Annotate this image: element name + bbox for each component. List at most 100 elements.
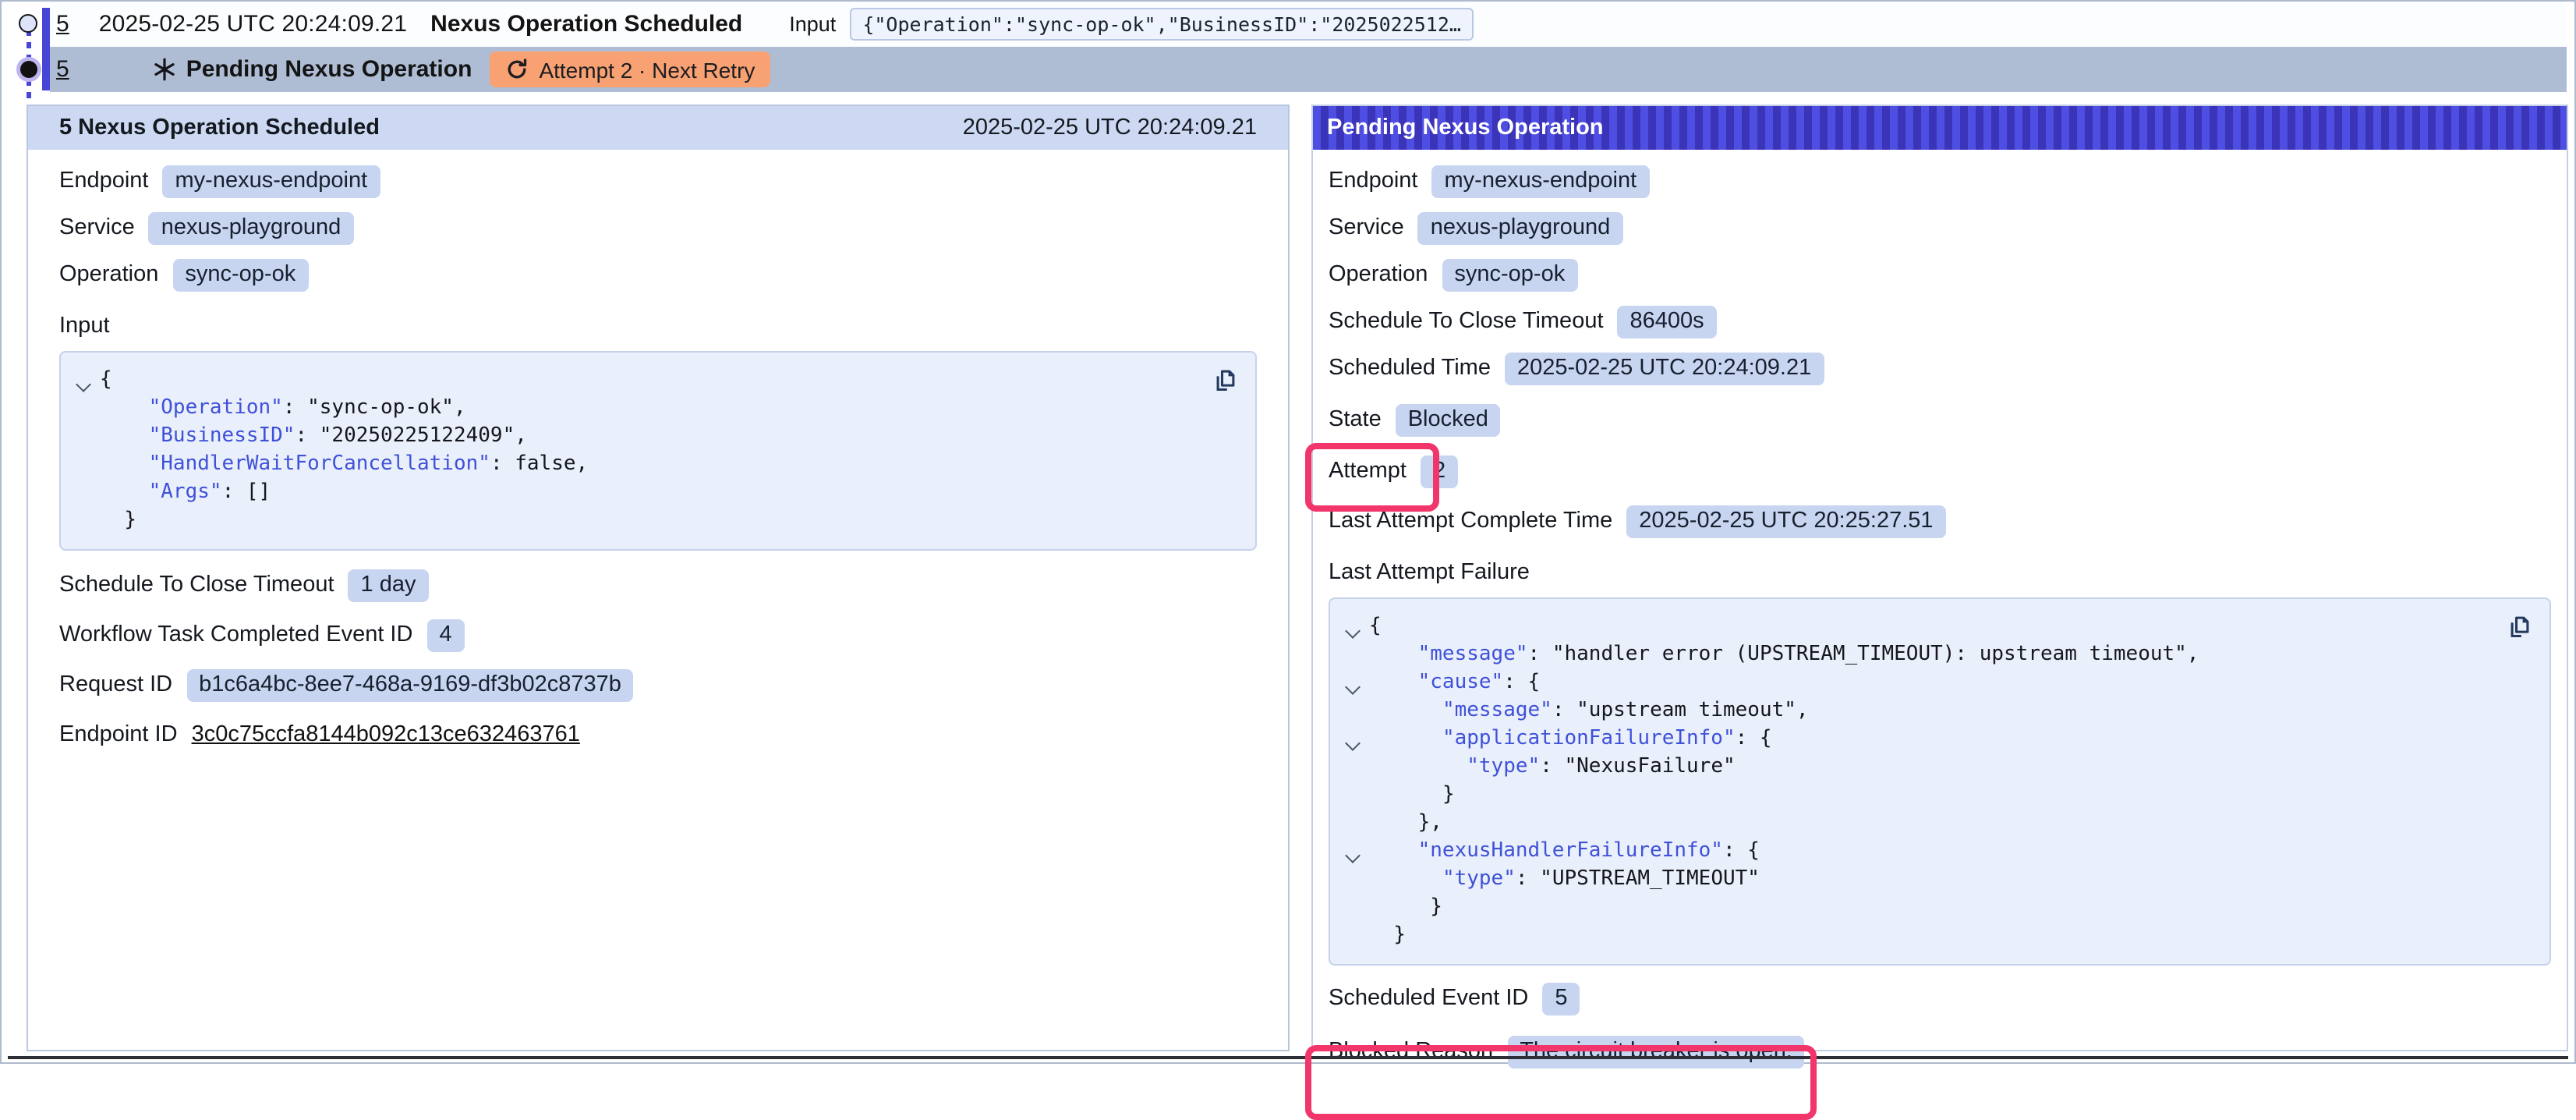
retry-icon: [504, 58, 528, 81]
field-row-scheduled-event-id: Scheduled Event ID 5: [1329, 981, 2551, 1015]
json-text: : "NexusFailure": [1540, 755, 1735, 778]
json-key: "Operation": [149, 396, 283, 420]
json-text: : "UPSTREAM_TIMEOUT": [1516, 867, 1760, 891]
field-label: Workflow Task Completed Event ID: [59, 622, 412, 647]
json-text: {: [1369, 615, 1382, 638]
field-value-chip: sync-op-ok: [172, 258, 308, 291]
copy-icon[interactable]: [2506, 611, 2534, 640]
json-text: {: [100, 368, 112, 392]
field-label: Blocked Reason: [1329, 1039, 1493, 1064]
pending-operation-detail-panel: Pending Nexus Operation Endpoint my-nexu…: [1311, 105, 2568, 1051]
collapse-chevron-icon[interactable]: [1345, 679, 1361, 695]
event-timestamp: 2025-02-25 UTC 20:24:09.21: [99, 11, 407, 37]
selected-event-indicator-bar: [42, 8, 50, 90]
field-label: Scheduled Time: [1329, 356, 1491, 381]
json-text: : false,: [490, 452, 588, 476]
json-key: "applicationFailureInfo": [1442, 727, 1736, 750]
event-row-nexus-operation-scheduled[interactable]: 5 2025-02-25 UTC 20:24:09.21 Nexus Opera…: [50, 2, 2567, 47]
json-text: : {: [1723, 839, 1760, 863]
timeline-open-circle-marker: [19, 14, 37, 33]
field-row-service: Service nexus-playground: [59, 211, 1257, 245]
json-text: : []: [222, 480, 271, 504]
input-json-viewer: { "Operation": "sync-op-ok", "BusinessID…: [59, 351, 1257, 551]
field-row-endpoint: Endpoint my-nexus-endpoint: [59, 164, 1257, 198]
json-text: }: [1442, 783, 1455, 806]
field-row-scheduled-time: Scheduled Time 2025-02-25 UTC 20:24:09.2…: [1329, 351, 2551, 385]
event-detail-panel-scheduled: 5 Nexus Operation Scheduled 2025-02-25 U…: [27, 105, 1290, 1051]
field-label: Endpoint: [1329, 168, 1418, 193]
collapse-chevron-icon[interactable]: [1345, 623, 1361, 639]
copy-icon[interactable]: [1212, 365, 1240, 393]
field-label: Last Attempt Complete Time: [1329, 509, 1612, 533]
json-key: "BusinessID": [149, 424, 295, 448]
field-label: Scheduled Event ID: [1329, 986, 1528, 1011]
state-value-chip: Blocked: [1396, 403, 1501, 436]
json-text: : {: [1736, 727, 1772, 750]
field-label: Operation: [59, 262, 158, 287]
json-key: "Args": [149, 480, 222, 504]
event-input-preview-chip: {"Operation":"sync-op-ok","BusinessID":"…: [850, 8, 1474, 41]
field-row-attempt: Attempt 2: [1329, 454, 2551, 488]
json-text: }: [1393, 923, 1406, 947]
right-panel-header: Pending Nexus Operation: [1313, 106, 2567, 150]
timeline-current-dot-marker: [20, 61, 37, 78]
field-row-state: State Blocked: [1329, 402, 2551, 437]
field-label: Service: [1329, 215, 1404, 240]
field-row-schedule-to-close-timeout: Schedule To Close Timeout 86400s: [1329, 304, 2551, 338]
json-key: "type": [1467, 755, 1540, 778]
field-label: Operation: [1329, 262, 1428, 287]
field-label: Endpoint: [59, 168, 149, 193]
field-label: Schedule To Close Timeout: [59, 572, 334, 597]
field-value-chip: 2025-02-25 UTC 20:24:09.21: [1505, 352, 1824, 385]
json-text: : "handler error (UPSTREAM_TIMEOUT): ups…: [1528, 643, 2199, 666]
field-row-operation: Operation sync-op-ok: [1329, 257, 2551, 292]
event-id-link[interactable]: 5: [56, 11, 69, 37]
json-text: : "20250225122409",: [295, 424, 526, 448]
endpoint-id-link[interactable]: 3c0c75ccfa8144b092c13ce632463761: [192, 722, 580, 747]
section-bottom-divider: [8, 1056, 2568, 1059]
blocked-reason-value-chip: The circuit breaker is open.: [1507, 1035, 1805, 1068]
collapse-chevron-icon[interactable]: [76, 377, 91, 392]
field-row-service: Service nexus-playground: [1329, 211, 2551, 245]
pending-operation-row[interactable]: 5 Pending Nexus Operation Attempt 2 · Ne…: [50, 47, 2567, 92]
collapse-chevron-icon[interactable]: [1345, 735, 1361, 751]
event-history-view: 5 2025-02-25 UTC 20:24:09.21 Nexus Opera…: [0, 0, 2576, 1064]
json-key: "cause": [1418, 671, 1504, 694]
failure-json-viewer: { "message": "handler error (UPSTREAM_TI…: [1329, 597, 2551, 966]
field-row-operation: Operation sync-op-ok: [59, 257, 1257, 292]
field-row-request-id: Request ID b1c6a4bc-8ee7-468a-9169-df3b0…: [59, 668, 1257, 702]
pending-event-id-link[interactable]: 5: [56, 56, 69, 83]
field-row-last-attempt-complete-time: Last Attempt Complete Time 2025-02-25 UT…: [1329, 504, 2551, 538]
collapse-chevron-icon[interactable]: [1345, 848, 1361, 863]
left-panel-header: 5 Nexus Operation Scheduled 2025-02-25 U…: [28, 106, 1288, 150]
field-value-chip: 1 day: [349, 569, 429, 601]
event-input-label: Input: [789, 12, 836, 36]
left-panel-timestamp: 2025-02-25 UTC 20:24:09.21: [963, 115, 1257, 140]
event-title: Nexus Operation Scheduled: [430, 11, 742, 37]
json-text: : {: [1503, 671, 1540, 694]
field-label: Attempt: [1329, 459, 1407, 484]
field-label: Schedule To Close Timeout: [1329, 309, 1604, 334]
field-value-chip: nexus-playground: [1418, 211, 1623, 244]
field-value-chip: sync-op-ok: [1442, 258, 1577, 291]
right-panel-title: Pending Nexus Operation: [1327, 115, 1604, 140]
json-text: }: [1430, 895, 1442, 919]
field-value-chip: b1c6a4bc-8ee7-468a-9169-df3b02c8737b: [186, 668, 634, 701]
attempt-retry-badge-label: Attempt 2 · Next Retry: [539, 57, 755, 82]
field-row-endpoint: Endpoint my-nexus-endpoint: [1329, 164, 2551, 198]
json-key: "message": [1442, 699, 1552, 722]
json-key: "nexusHandlerFailureInfo": [1418, 839, 1723, 863]
field-row-blocked-reason: Blocked Reason The circuit breaker is op…: [1329, 1034, 2551, 1069]
field-label: Service: [59, 215, 135, 240]
field-value-chip: 5: [1542, 982, 1580, 1015]
json-text: : "sync-op-ok",: [283, 396, 466, 420]
field-row-endpoint-id: Endpoint ID 3c0c75ccfa8144b092c13ce63246…: [59, 718, 1257, 752]
input-section-label: Input: [59, 310, 1257, 342]
field-value-chip: 2: [1421, 455, 1458, 487]
asterisk-icon: [154, 58, 177, 81]
json-text: }: [124, 509, 136, 532]
json-key: "message": [1418, 643, 1528, 666]
field-row-schedule-to-close-timeout: Schedule To Close Timeout 1 day: [59, 568, 1257, 602]
field-value-chip: 4: [426, 618, 464, 651]
field-label: Endpoint ID: [59, 722, 178, 747]
